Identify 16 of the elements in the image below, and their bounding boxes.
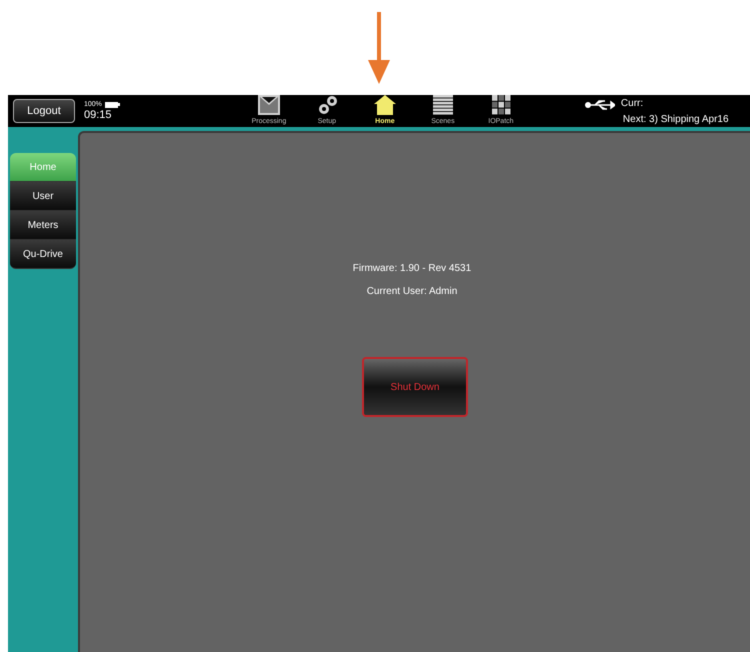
next-scene: Next: 3) Shipping Apr16 <box>622 115 729 125</box>
grid-icon <box>490 94 512 115</box>
firmware-text: Firmware: 1.90 - Rev 4531 <box>352 262 472 276</box>
sidebar-tab[interactable]: Meters <box>10 211 76 240</box>
home-icon <box>374 94 396 115</box>
list-icon <box>432 94 454 115</box>
shut-down-button[interactable]: Shut Down <box>362 357 468 417</box>
current-user-text: Current User: Admin <box>366 285 458 299</box>
processing-icon <box>258 94 280 115</box>
battery-icon <box>104 102 120 108</box>
usb-icon <box>584 99 615 111</box>
clock-time: 09:15 <box>84 110 113 121</box>
sidebar-tab[interactable]: Qu-Drive <box>10 240 76 269</box>
logout-button[interactable]: Logout <box>13 99 75 123</box>
current-scene: Curr: <box>620 99 644 109</box>
sidebar-tab[interactable]: User <box>10 182 76 211</box>
